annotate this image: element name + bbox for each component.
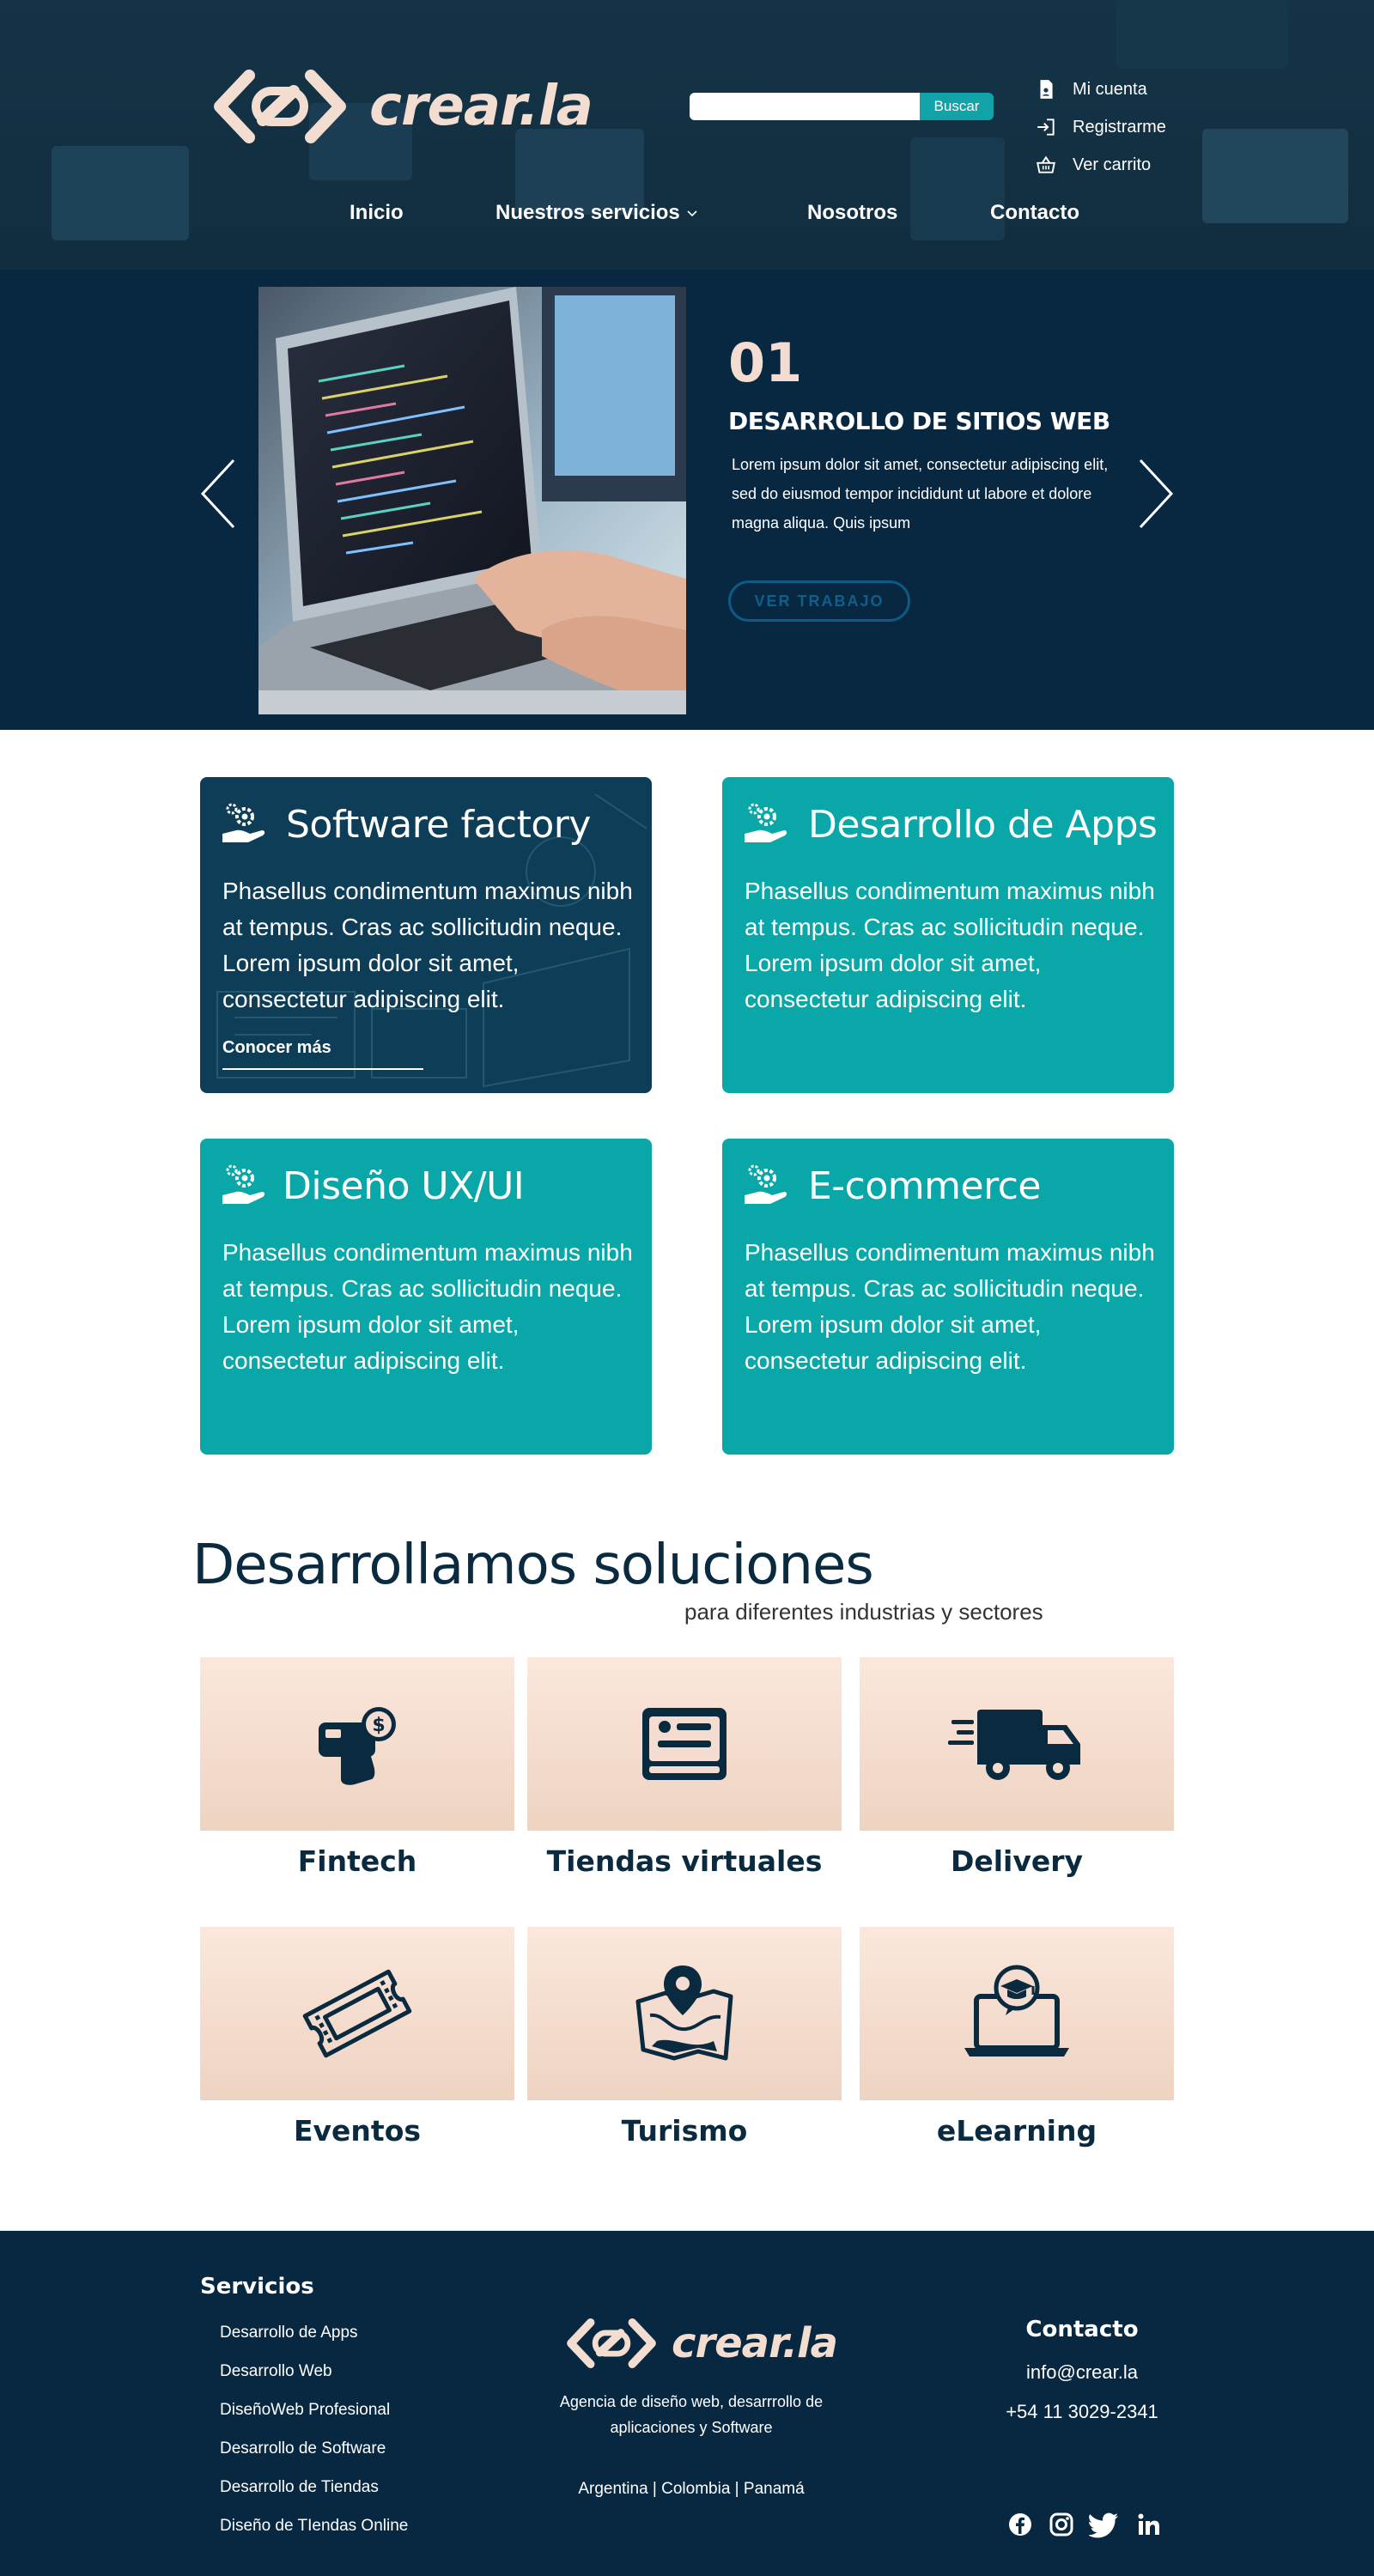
industry-label: Turismo: [621, 2114, 748, 2148]
hero-laptop-photo: [258, 287, 686, 714]
service-card-app-development[interactable]: Desarrollo de Apps Phasellus condimentum…: [722, 777, 1174, 1093]
brand-logo[interactable]: crear.la: [211, 67, 593, 146]
footer-service-link[interactable]: Desarrollo de Apps: [220, 2324, 408, 2362]
footer-service-link[interactable]: Desarrollo Web: [220, 2362, 408, 2401]
online-store-card-icon: [642, 1708, 727, 1780]
cart-link[interactable]: Ver carrito: [1035, 146, 1166, 184]
main-nav: Inicio Nuestros servicios Nosotros Conta…: [0, 201, 1374, 232]
fintech-payment-icon: $: [319, 1707, 396, 1785]
industry-tile-online-stores[interactable]: [527, 1657, 842, 1831]
industry-tile-delivery[interactable]: [860, 1657, 1174, 1831]
register-link[interactable]: Registrarme: [1035, 108, 1166, 146]
sign-in-icon: [1037, 118, 1055, 136]
slide-title: DESARROLLO DE SITIOS WEB: [728, 407, 1110, 435]
nav-item-servicios[interactable]: Nuestros servicios: [495, 201, 699, 225]
service-card-ecommerce[interactable]: E-commerce Phasellus condimentum maximus…: [722, 1139, 1174, 1455]
footer-service-link[interactable]: DiseñoWeb Profesional: [220, 2401, 408, 2439]
hand-gear-icon: [745, 803, 787, 842]
elearning-laptop-icon: [964, 1965, 1069, 2057]
linkedin-icon[interactable]: [1135, 2511, 1163, 2538]
my-account-link[interactable]: Mi cuenta: [1035, 70, 1166, 108]
register-label: Registrarme: [1073, 117, 1166, 137]
industry-label: Tiendas virtuales: [546, 1844, 823, 1878]
learn-more-link[interactable]: Conocer más: [222, 1038, 423, 1070]
card-title: Desarrollo de Apps: [808, 803, 1158, 847]
nav-item-servicios-label: Nuestros servicios: [495, 201, 680, 224]
industry-tile-events[interactable]: [200, 1927, 514, 2100]
delivery-truck-icon: [948, 1710, 1080, 1780]
search-form: Buscar: [690, 93, 994, 120]
card-text: Phasellus condimentum maximus nibh at te…: [745, 878, 1155, 1012]
industry-tile-tourism[interactable]: [527, 1927, 842, 2100]
footer-service-link[interactable]: Desarrollo de Software: [220, 2439, 408, 2478]
slide-number: 01: [728, 331, 803, 394]
slider-next-arrow-icon[interactable]: [1134, 457, 1178, 531]
card-text: Phasellus condimentum maximus nibh at te…: [222, 878, 633, 1012]
site-footer: Servicios Desarrollo de Apps Desarrollo …: [0, 2231, 1374, 2576]
industry-label: Fintech: [297, 1844, 417, 1878]
card-title: E-commerce: [808, 1164, 1041, 1208]
brand-name: crear.la: [369, 75, 593, 138]
footer-service-link[interactable]: Desarrollo de Tiendas: [220, 2478, 408, 2517]
footer-service-link[interactable]: Diseño de TIendas Online: [220, 2517, 408, 2555]
my-account-label: Mi cuenta: [1073, 79, 1147, 99]
footer-contact: Contacto info@crear.la +54 11 3029-2341: [970, 2317, 1194, 2440]
solutions-title: Desarrollamos soluciones: [192, 1534, 874, 1597]
code-brackets-logo-icon: [567, 2318, 656, 2368]
svg-text:$: $: [372, 1715, 385, 1736]
hand-gear-icon: [745, 1164, 787, 1204]
document-user-icon: [1040, 80, 1053, 99]
industry-tile-fintech[interactable]: $: [200, 1657, 514, 1831]
footer-tagline: Agencia de diseño web, desarrrollo de ap…: [559, 2393, 824, 2436]
industry-tile-elearning[interactable]: [860, 1927, 1174, 2100]
instagram-icon[interactable]: [1048, 2511, 1075, 2538]
nav-item-inicio[interactable]: Inicio: [350, 201, 404, 225]
cart-label: Ver carrito: [1073, 155, 1152, 174]
footer-email-link[interactable]: info@crear.la: [970, 2361, 1194, 2401]
chevron-down-icon: [687, 210, 697, 217]
footer-services-title: Servicios: [200, 2274, 314, 2300]
industry-label: Delivery: [950, 1844, 1084, 1878]
industry-label: Eventos: [293, 2114, 422, 2148]
nav-item-nosotros[interactable]: Nosotros: [807, 201, 897, 225]
slide-description: Lorem ipsum dolor sit amet, consectetur …: [732, 456, 1109, 532]
footer-services-list: Desarrollo de Apps Desarrollo Web Diseño…: [220, 2324, 408, 2555]
footer-brand-logo[interactable]: crear.la: [565, 2317, 838, 2370]
tourism-map-icon: [635, 1965, 733, 2061]
laptop-coding-image: [258, 287, 686, 714]
slider-prev-arrow-icon[interactable]: [196, 457, 240, 531]
basket-icon: [1037, 155, 1055, 173]
nav-item-contacto[interactable]: Contacto: [990, 201, 1079, 225]
card-title: Diseño UX/UI: [283, 1164, 525, 1208]
footer-phone-link[interactable]: +54 11 3029-2341: [970, 2401, 1194, 2440]
account-links: Mi cuenta Registrarme Ver carrito: [1035, 70, 1166, 184]
service-card-software-factory[interactable]: Software factory Phasellus condimentum m…: [200, 777, 652, 1093]
service-card-ux-ui-design[interactable]: Diseño UX/UI Phasellus condimentum maxim…: [200, 1139, 652, 1455]
solutions-subtitle: para diferentes industrias y sectores: [684, 1599, 1043, 1625]
twitter-icon[interactable]: [1089, 2511, 1120, 2538]
search-input[interactable]: [690, 93, 920, 120]
card-title: Software factory: [286, 803, 591, 847]
site-header: crear.la Buscar Mi cuenta Registrarme Ve…: [0, 0, 1374, 270]
search-button[interactable]: Buscar: [920, 93, 994, 120]
footer-contact-title: Contacto: [1025, 2317, 1139, 2342]
view-work-button[interactable]: VER TRABAJO: [728, 580, 910, 622]
code-brackets-logo-icon: [214, 70, 346, 143]
card-text: Phasellus condimentum maximus nibh at te…: [745, 1239, 1155, 1374]
hero-slider: 01 DESARROLLO DE SITIOS WEB Lorem ipsum …: [0, 270, 1374, 730]
card-text: Phasellus condimentum maximus nibh at te…: [222, 1239, 633, 1374]
hand-gear-icon: [222, 803, 265, 842]
footer-countries: Argentina | Colombia | Panamá: [578, 2480, 805, 2498]
facebook-icon[interactable]: [1006, 2511, 1034, 2538]
hand-gear-icon: [222, 1164, 265, 1204]
event-ticket-icon: [302, 1969, 412, 2058]
footer-brand-name: crear.la: [672, 2319, 838, 2367]
industry-label: eLearning: [936, 2114, 1097, 2148]
